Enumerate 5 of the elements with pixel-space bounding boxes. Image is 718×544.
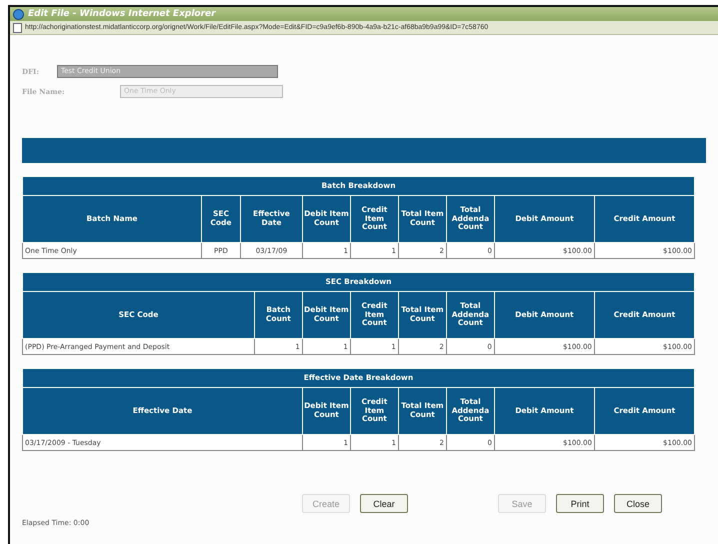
action-button[interactable]: Print [556, 494, 604, 513]
page-icon [13, 22, 22, 32]
action-button[interactable]: Clear [360, 494, 408, 513]
window-title: Edit File - Windows Internet Explorer [28, 9, 216, 19]
action-button[interactable]: Close [614, 494, 662, 513]
